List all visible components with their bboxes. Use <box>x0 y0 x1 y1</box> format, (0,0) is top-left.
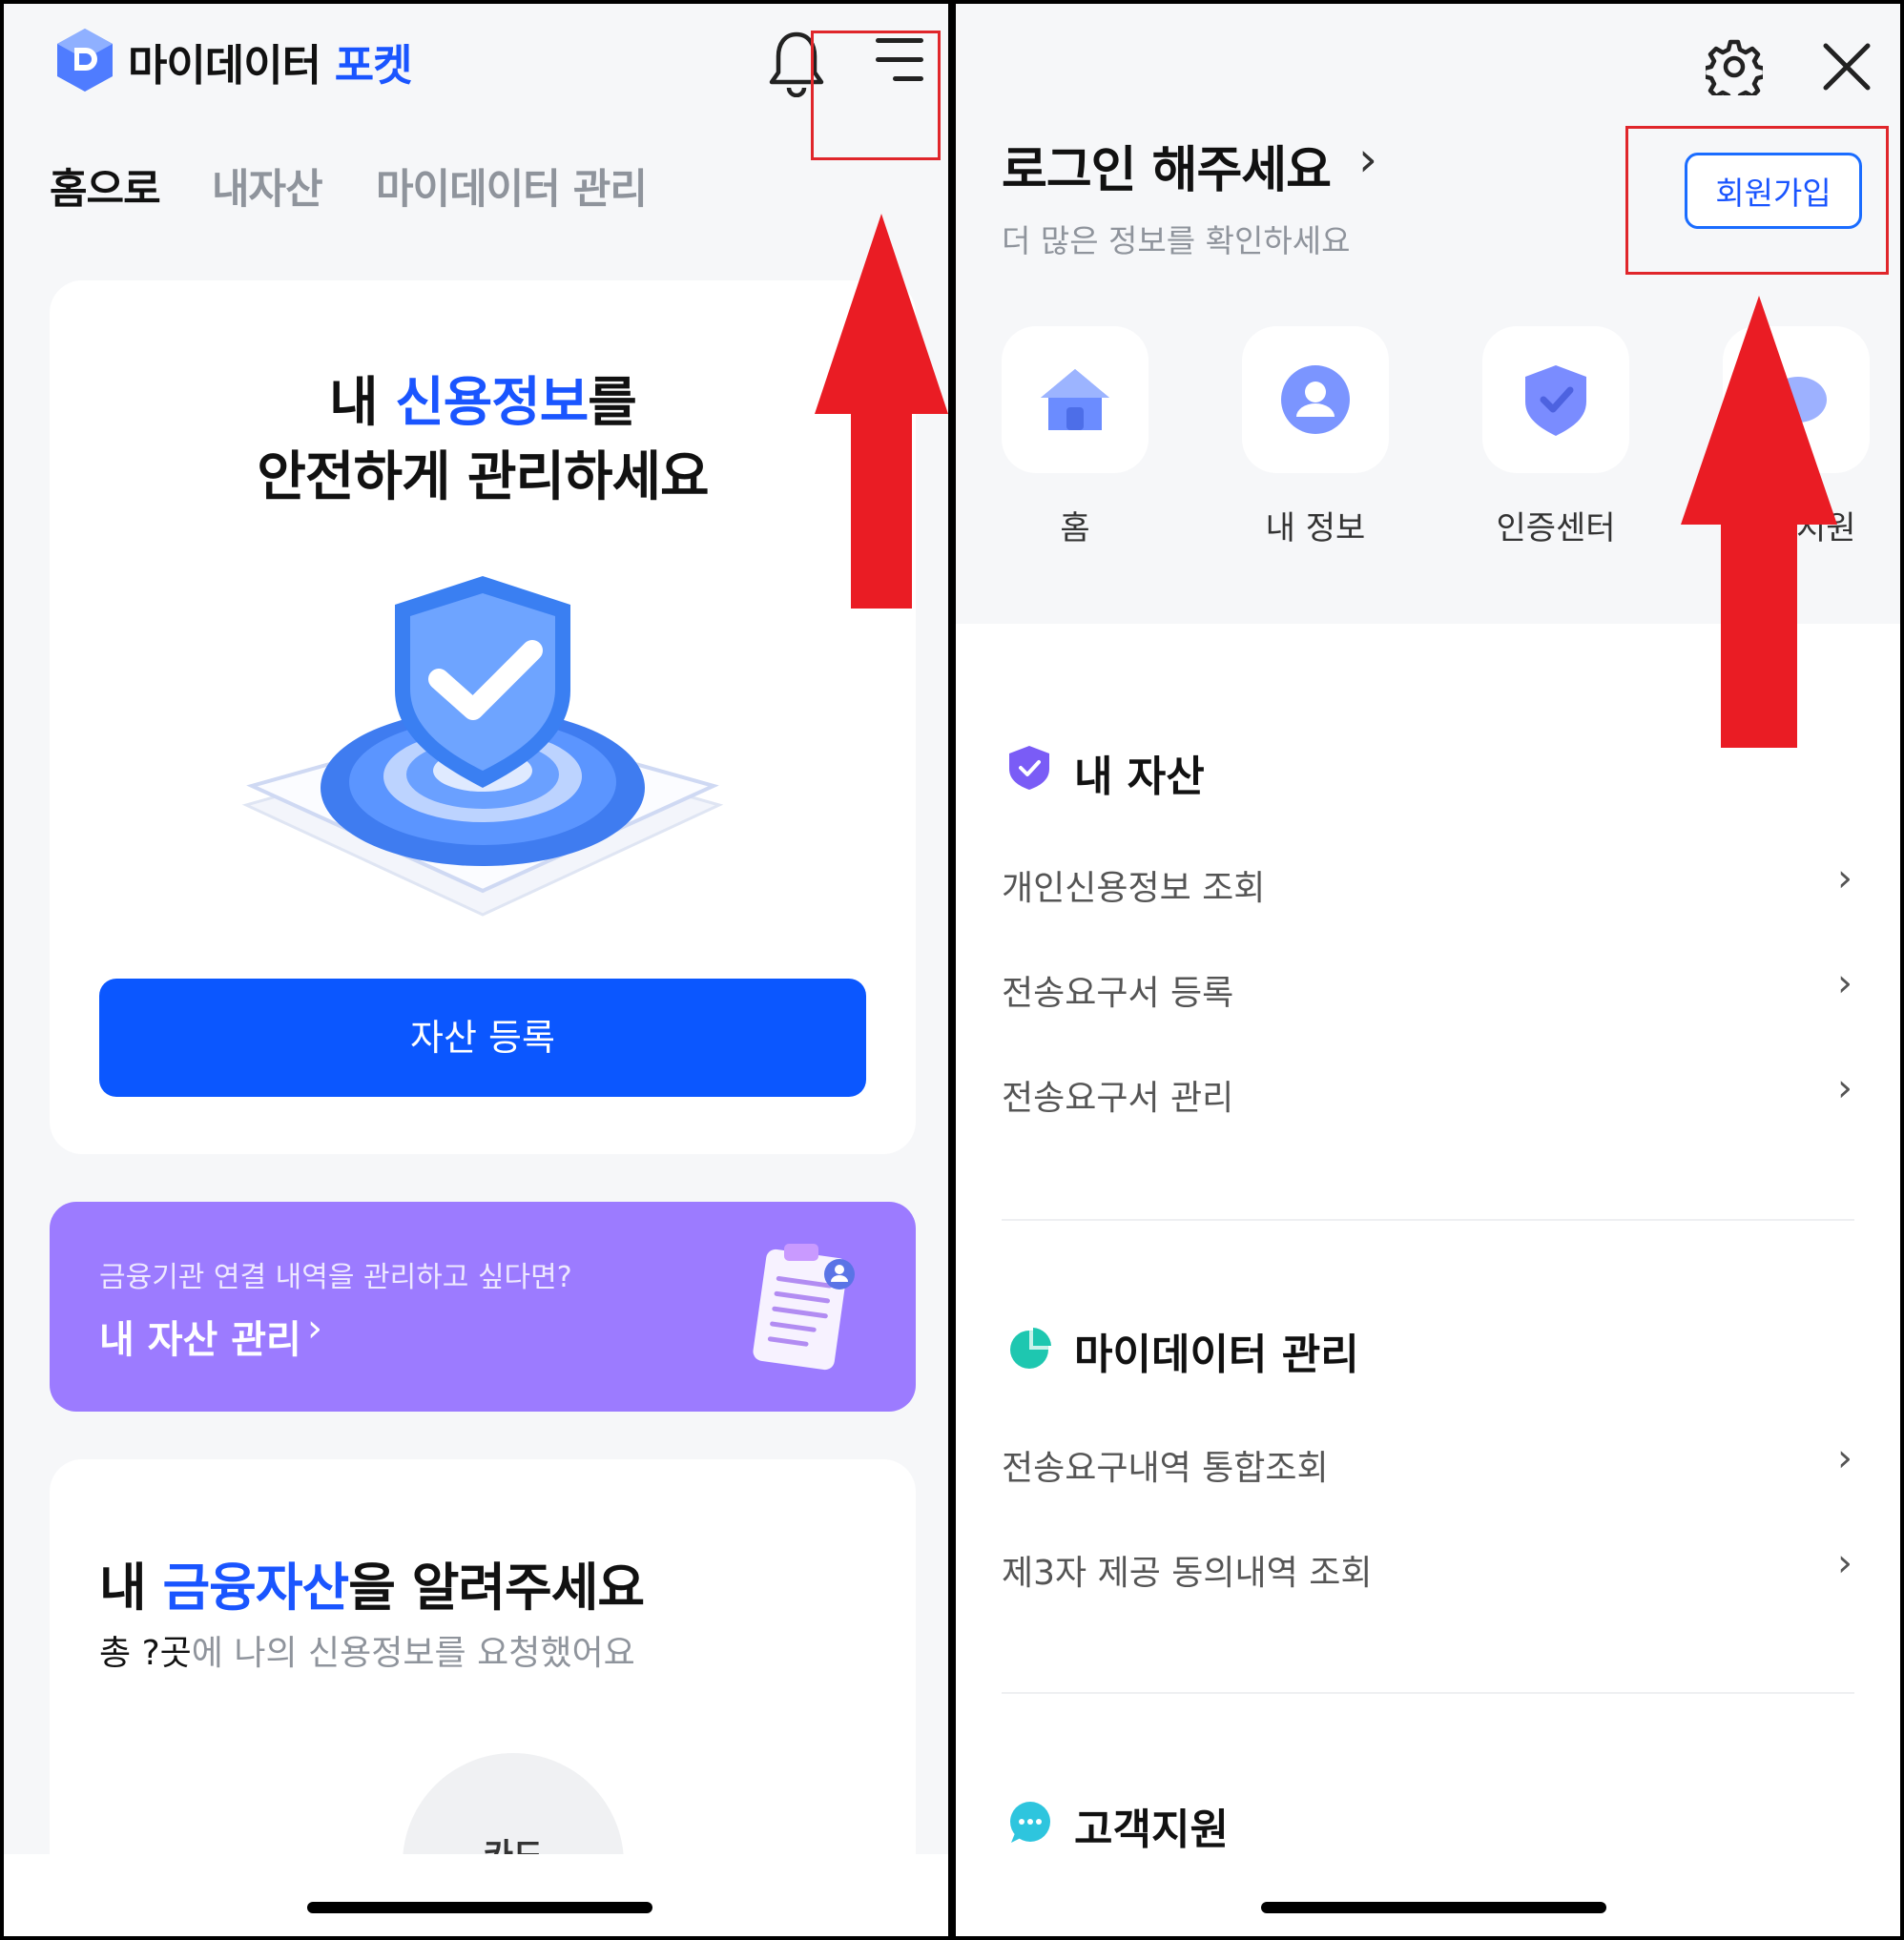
section-divider <box>1002 1692 1854 1694</box>
asset-manage-banner[interactable]: 금융기관 연결 내역을 관리하고 싶다면? 내 자산 관리 › <box>50 1202 916 1412</box>
user-icon <box>1281 365 1350 434</box>
section-title-my-assets: 내 자산 <box>1074 753 1205 801</box>
quick-my-info-button[interactable] <box>1242 326 1389 473</box>
tab-home[interactable]: 홈으로 <box>50 156 161 216</box>
section-title-mydata-manage: 마이데이터 관리 <box>1074 1331 1359 1379</box>
section-divider <box>1002 1219 1854 1221</box>
banner-subtitle: 금융기관 연결 내역을 관리하고 싶다면? <box>99 1261 572 1294</box>
chevron-right-icon: › <box>1358 132 1377 187</box>
chevron-right-icon: › <box>307 1307 322 1351</box>
red-arrow-annotation <box>815 214 948 609</box>
register-assets-button[interactable]: 자산 등록 <box>99 979 866 1097</box>
menu-item-transfer-history[interactable]: 전송요구내역 통합조회 <box>1002 1440 1329 1490</box>
close-icon[interactable] <box>1822 42 1872 92</box>
assets-card-subtitle: 총 ?곳에 나의 신용정보를 요청했어요 <box>99 1634 635 1673</box>
hero-title: 내 신용정보를 안전하게 관리하세요 <box>257 372 709 508</box>
shield-check-icon <box>1525 365 1586 436</box>
banner-title: 내 자산 관리 <box>99 1318 301 1362</box>
quick-cert-center-label: 인증센터 <box>1496 509 1616 547</box>
login-prompt-title[interactable]: 로그인 해주세요 <box>1002 130 1332 201</box>
chevron-right-icon: › <box>1837 856 1852 900</box>
brand-title: 마이데이터 포켓 <box>128 40 412 91</box>
quick-cert-center-button[interactable] <box>1482 326 1629 473</box>
home-indicator[interactable] <box>307 1902 652 1913</box>
credit-info-card: 내 신용정보를 안전하게 관리하세요 자산 등록 <box>50 280 916 1154</box>
quick-home-label: 홈 <box>1060 509 1090 547</box>
chevron-right-icon: › <box>1837 961 1852 1005</box>
home-screen: 마이데이터 포켓 홈으로 내자산 마이데이터 관리 내 신용정보를 안전하게 관… <box>4 4 948 1936</box>
bottom-safe-area <box>4 1854 948 1936</box>
side-menu-screen: 로그인 해주세요 › 더 많은 정보를 확인하세요 회원가입 홈 내 정보 인증… <box>956 4 1900 1936</box>
login-prompt-subtitle: 더 많은 정보를 확인하세요 <box>1002 222 1351 259</box>
menu-item-request-manage[interactable]: 전송요구서 관리 <box>1002 1070 1233 1120</box>
home-icon <box>1041 369 1109 430</box>
chat-bubble-icon <box>1010 1802 1050 1843</box>
security-shield-illustration <box>241 576 724 917</box>
menu-list: 내 자산 개인신용정보 조회 › 전송요구서 등록 › 전송요구서 관리 › 마… <box>956 624 1900 1936</box>
red-arrow-annotation <box>1681 296 1837 748</box>
quick-home-button[interactable] <box>1002 326 1149 473</box>
assets-card-title: 내 금융자산을 알려주세요 <box>99 1558 645 1618</box>
gear-icon[interactable] <box>1706 38 1763 95</box>
menu-item-request-register[interactable]: 전송요구서 등록 <box>1002 965 1233 1015</box>
pie-chart-icon <box>1010 1328 1051 1369</box>
clipboard-icon <box>753 1244 855 1371</box>
section-title-support: 고객지원 <box>1074 1806 1229 1854</box>
panel-divider <box>948 0 956 1940</box>
menu-item-third-party-consent[interactable]: 제3자 제공 동의내역 조회 <box>1002 1545 1372 1595</box>
quick-my-info-label: 내 정보 <box>1265 509 1366 547</box>
tab-mydata-manage[interactable]: 마이데이터 관리 <box>376 156 648 216</box>
signup-highlight-box <box>1625 126 1889 275</box>
shield-icon <box>1009 746 1049 790</box>
tab-my-assets[interactable]: 내자산 <box>212 156 323 216</box>
chevron-right-icon: › <box>1837 1436 1852 1480</box>
home-indicator[interactable] <box>1261 1902 1606 1913</box>
menu-highlight-box <box>811 31 941 160</box>
menu-item-credit-info[interactable]: 개인신용정보 조회 <box>1002 860 1265 910</box>
chevron-right-icon: › <box>1837 1541 1852 1585</box>
logo-icon <box>57 29 113 92</box>
chevron-right-icon: › <box>1837 1066 1852 1110</box>
